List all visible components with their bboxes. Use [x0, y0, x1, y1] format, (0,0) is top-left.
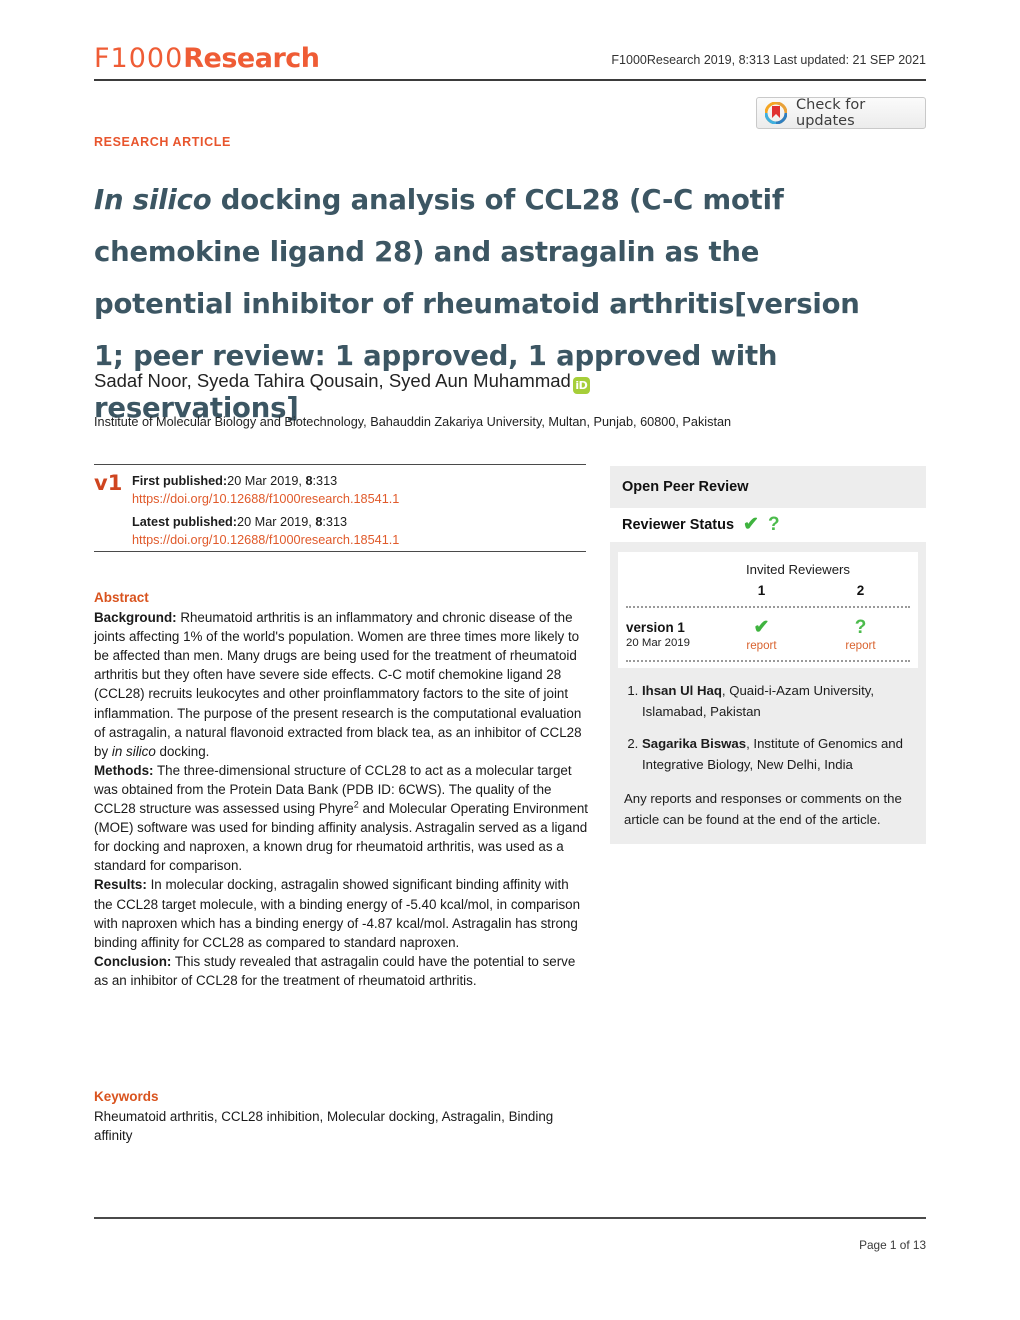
- reviewer-column-2: 2: [856, 583, 865, 598]
- logo-f1000: F1000: [94, 43, 184, 74]
- keywords-heading: Keywords: [94, 1089, 159, 1104]
- latest-doi-link[interactable]: https://doi.org/10.12688/f1000research.1…: [132, 531, 399, 549]
- peer-review-note: Any reports and responses or comments on…: [624, 791, 902, 827]
- article-type-kicker: RESEARCH ARTICLE: [94, 135, 231, 149]
- first-published-volume: 8: [305, 474, 313, 488]
- logo-research: Research: [183, 43, 320, 74]
- reviewer-2-report-link[interactable]: report: [811, 639, 910, 652]
- check-for-updates-button[interactable]: Check for updates: [756, 97, 926, 129]
- abstract-results: Results: In molecular docking, astragali…: [94, 875, 590, 951]
- keywords-text: Rheumatoid arthritis, CCL28 inhibition, …: [94, 1109, 554, 1144]
- author-names: Sadaf Noor, Syeda Tahira Qousain, Syed A…: [94, 370, 571, 391]
- open-peer-review-title: Open Peer Review: [622, 479, 749, 495]
- question-icon: ?: [767, 514, 780, 535]
- reviewer-ordered-list: Ihsan Ul Haq, Quaid-i-Azam University, I…: [624, 680, 912, 775]
- version-cell: version 1 20 Mar 2019: [626, 619, 712, 651]
- question-icon: ?: [854, 617, 867, 638]
- footer-divider: [94, 1217, 926, 1219]
- version-badge: v1: [94, 471, 123, 495]
- reviewer-table: Invited Reviewers 1 2 version 1 20 Mar 2…: [618, 552, 918, 668]
- publication-lines: First published:20 Mar 2019, 8:313 https…: [132, 472, 399, 549]
- methods-label: Methods:: [94, 762, 154, 778]
- page-number: Page 1 of 13: [859, 1238, 926, 1252]
- reviewer-2-cell: ? report: [811, 617, 910, 653]
- open-peer-review-panel: Open Peer Review Reviewer Status ✔ ? Inv…: [610, 466, 926, 844]
- article-page: F1000Research F1000Research 2019, 8:313 …: [0, 0, 1020, 1320]
- abstract-methods: Methods: The three-dimensional structure…: [94, 761, 590, 876]
- abstract-conclusion: Conclusion: This study revealed that ast…: [94, 952, 590, 990]
- reviewer-1-cell: ✔ report: [712, 617, 811, 653]
- latest-published-row: Latest published:20 Mar 2019, 8:313: [132, 513, 399, 531]
- background-label: Background:: [94, 610, 177, 626]
- version-date: 20 Mar 2019: [626, 637, 690, 649]
- orcid-icon[interactable]: iD: [572, 377, 590, 394]
- list-item: Sagarika Biswas, Institute of Genomics a…: [642, 733, 912, 775]
- first-doi-link[interactable]: https://doi.org/10.12688/f1000research.1…: [132, 490, 399, 508]
- check-for-updates-label: Check for updates: [796, 97, 866, 129]
- first-published-label: First published:: [132, 474, 228, 488]
- version-label: version 1: [626, 620, 685, 635]
- reviewer-1-report-link[interactable]: report: [712, 639, 811, 652]
- list-item: Ihsan Ul Haq, Quaid-i-Azam University, I…: [642, 680, 912, 722]
- crossmark-bookmark-icon: [764, 101, 788, 125]
- latest-published-label: Latest published:: [132, 515, 238, 529]
- author-list: Sadaf Noor, Syeda Tahira Qousain, Syed A…: [94, 369, 884, 394]
- invited-reviewers-header: Invited Reviewers: [745, 562, 851, 577]
- abstract-section: Abstract Background: Rheumatoid arthriti…: [94, 588, 590, 990]
- publication-divider-top: [94, 464, 586, 465]
- abstract-background: Background: Rheumatoid arthritis is an i…: [94, 608, 590, 761]
- reviewer-column-1: 1: [757, 583, 766, 598]
- masthead: F1000Research F1000Research 2019, 8:313 …: [94, 44, 926, 80]
- page-title: In silico docking analysis of CCL28 (C-C…: [94, 174, 884, 434]
- reviewer-1-name[interactable]: Ihsan Ul Haq: [642, 683, 722, 698]
- reviewer-table-wrap: Invited Reviewers 1 2 version 1 20 Mar 2…: [610, 542, 926, 668]
- first-published-issue: :313: [312, 474, 338, 488]
- table-row: version 1 20 Mar 2019 ✔ report ? report: [626, 608, 910, 662]
- first-published-row: First published:20 Mar 2019, 8:313: [132, 472, 399, 490]
- latest-published-date: 20 Mar 2019,: [237, 515, 316, 529]
- background-tail: docking.: [155, 743, 210, 759]
- affiliation: Institute of Molecular Biology and Biote…: [94, 415, 732, 429]
- abstract-heading: Abstract: [94, 590, 149, 605]
- publication-info: v1 First published:20 Mar 2019, 8:313 ht…: [94, 472, 586, 549]
- background-text: Rheumatoid arthritis is an inflammatory …: [94, 610, 582, 759]
- results-label: Results:: [94, 877, 147, 893]
- title-italic-part: In silico: [94, 184, 212, 217]
- masthead-citation: F1000Research 2019, 8:313 Last updated: …: [611, 53, 926, 67]
- reviewer-list: Ihsan Ul Haq, Quaid-i-Azam University, I…: [610, 668, 926, 775]
- results-text: In molecular docking, astragalin showed …: [94, 877, 581, 950]
- background-italic: in silico: [111, 743, 156, 759]
- reviewer-2-name[interactable]: Sagarika Biswas: [642, 736, 746, 751]
- latest-published-issue: :313: [322, 515, 348, 529]
- check-icon: ✔: [753, 617, 770, 638]
- masthead-divider: [94, 79, 926, 81]
- publication-divider-bottom: [94, 551, 586, 552]
- check-icon: ✔: [743, 514, 759, 535]
- reviewer-status-label: Reviewer Status: [622, 517, 735, 533]
- first-published-date: 20 Mar 2019,: [227, 474, 306, 488]
- reviewer-status-row: Reviewer Status ✔ ?: [610, 508, 926, 542]
- keywords-section: Keywords Rheumatoid arthritis, CCL28 inh…: [94, 1087, 590, 1145]
- reviewer-column-headers: 1 2: [626, 583, 910, 608]
- conclusion-label: Conclusion:: [94, 953, 172, 969]
